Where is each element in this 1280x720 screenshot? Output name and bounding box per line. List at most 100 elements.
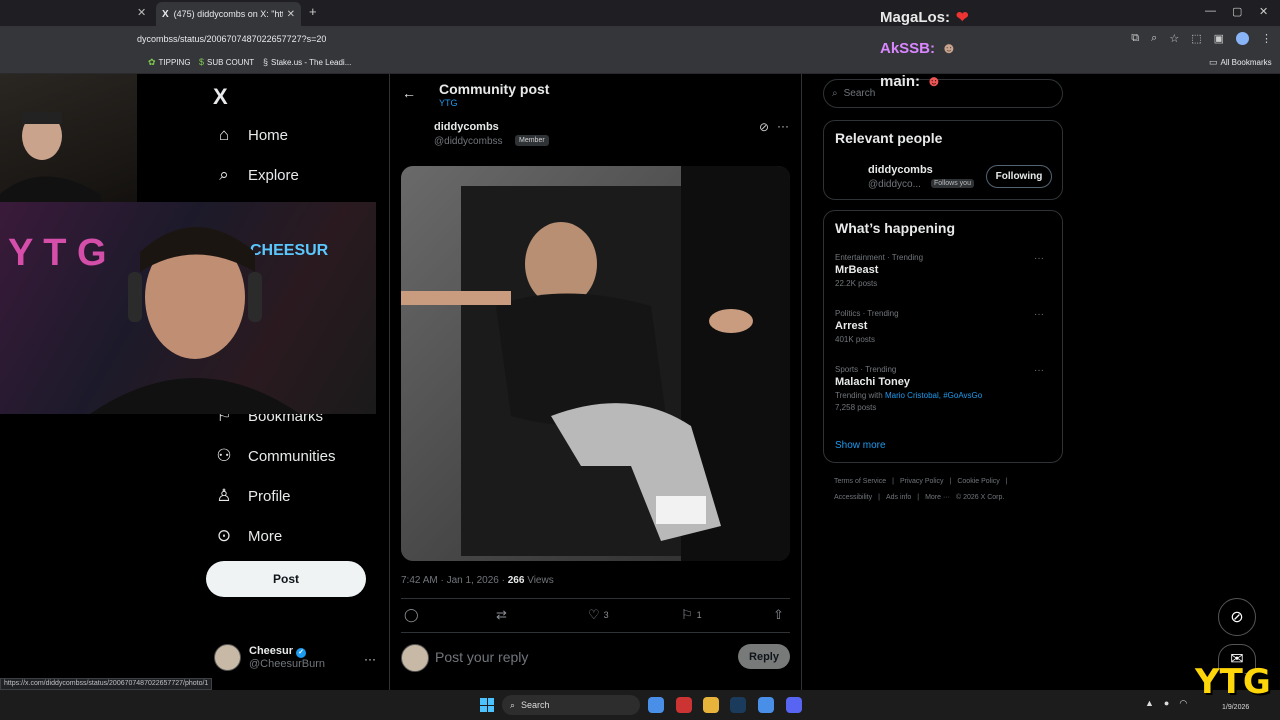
browser-tab[interactable]: X (475) diddycombs on X: "https: ✕ xyxy=(156,2,301,26)
steam-icon[interactable] xyxy=(730,697,746,713)
nav-home[interactable]: ⌂ Home xyxy=(214,125,288,145)
brand-logo: YTG xyxy=(1195,662,1271,702)
url-field[interactable]: dycombss/status/2006707487022657727?s=20 xyxy=(137,34,326,44)
like-action[interactable]: ♡ 3 xyxy=(588,607,609,623)
footer-links: Accessibility | Ads info | More ··· © 20… xyxy=(834,494,1005,501)
discord-icon[interactable] xyxy=(786,697,802,713)
verified-icon: ✓ xyxy=(296,648,307,658)
chrome-icon[interactable] xyxy=(648,697,664,713)
account-handle: @CheesurBurn xyxy=(249,658,325,670)
more-icon[interactable]: ··· xyxy=(1034,309,1044,320)
stake-icon: § xyxy=(263,57,269,67)
address-bar-icons: ⧉ ⌕ ☆ ⬚ ▣ ⋮ xyxy=(1131,32,1272,45)
footer-link[interactable]: Cookie Policy xyxy=(957,478,999,485)
maximize-icon[interactable]: ▢ xyxy=(1232,5,1242,18)
close-icon[interactable]: ✕ xyxy=(137,6,146,19)
grok-icon[interactable]: ⊘ xyxy=(1218,598,1256,636)
chrome-icon[interactable] xyxy=(758,697,774,713)
footer-link[interactable]: Privacy Policy xyxy=(900,478,944,485)
bookmark-icon: ⚐ xyxy=(681,607,693,622)
bookmark-action[interactable]: ⚐ 1 xyxy=(681,607,702,623)
search-input[interactable]: ⌕ Search xyxy=(823,79,1063,108)
zoom-icon[interactable]: ⌕ xyxy=(1151,32,1157,45)
tab-close-icon[interactable]: ✕ xyxy=(287,9,295,20)
communities-icon: ⚇ xyxy=(216,446,232,465)
community-link[interactable]: YTG xyxy=(439,98,458,108)
more-icon[interactable]: ··· xyxy=(1034,365,1044,376)
reply-input[interactable]: Post your reply xyxy=(435,649,528,665)
footer-link[interactable]: Ads info xyxy=(886,494,911,501)
post-button[interactable]: Post xyxy=(206,561,366,597)
windows-start-icon[interactable] xyxy=(480,698,494,712)
menu-icon[interactable]: ⋮ xyxy=(1261,32,1272,45)
all-bookmarks[interactable]: ▭ All Bookmarks xyxy=(1209,57,1272,68)
install-icon[interactable]: ⧉ xyxy=(1131,32,1139,45)
wifi-icon[interactable]: ◠ xyxy=(1179,698,1187,709)
chevron-up-icon[interactable]: ▲ xyxy=(1145,698,1154,709)
trend-item[interactable]: Politics · Trending Arrest 401K posts xyxy=(835,309,899,344)
folder-icon[interactable] xyxy=(703,697,719,713)
reply-button[interactable]: Reply xyxy=(738,644,790,669)
post-media[interactable] xyxy=(401,166,790,561)
page-title: Community post xyxy=(439,81,550,97)
footer-link[interactable]: Terms of Service xyxy=(834,478,886,485)
minimize-icon[interactable]: — xyxy=(1205,5,1216,17)
bookmark-item[interactable]: $ SUB COUNT xyxy=(199,57,254,67)
window-close-icon[interactable]: ✕ xyxy=(1259,5,1268,18)
chat-message: MagaLos: ❤ xyxy=(880,8,969,27)
whats-happening-panel: What’s happening Entertainment · Trendin… xyxy=(823,210,1063,463)
account-switcher[interactable]: Cheesur ✓ @CheesurBurn xyxy=(214,644,325,671)
nav-explore[interactable]: ⌕ Explore xyxy=(214,165,299,185)
more-circle-icon: ⊙ xyxy=(216,526,232,545)
copyright: © 2026 X Corp. xyxy=(955,494,1005,501)
author-handle[interactable]: @diddycombss xyxy=(434,136,503,147)
extensions-icon[interactable]: ⬚ xyxy=(1191,32,1201,45)
views-count: 266 xyxy=(507,575,525,586)
panel-title: Relevant people xyxy=(835,130,943,146)
sidepanel-icon[interactable]: ▣ xyxy=(1214,32,1224,45)
share-action[interactable]: ⇧ xyxy=(773,607,784,623)
bookmark-item[interactable]: ✿ TIPPING xyxy=(148,57,191,68)
chat-message: main: ☻ xyxy=(880,73,942,90)
bookmark-item[interactable]: § Stake.us - The Leadi... xyxy=(263,57,351,67)
bookmarks-bar: ✿ TIPPING $ SUB COUNT § Stake.us - The L… xyxy=(0,52,1280,74)
member-badge: Member xyxy=(515,135,549,146)
x-logo-icon: X xyxy=(162,8,169,20)
profile-avatar[interactable] xyxy=(1236,32,1249,45)
more-icon[interactable]: ··· xyxy=(1034,253,1044,264)
nav-more[interactable]: ⊙ More xyxy=(214,526,282,546)
author-name[interactable]: diddycombs xyxy=(434,121,499,133)
new-tab-icon[interactable]: + xyxy=(309,4,317,19)
footer-link[interactable]: Accessibility xyxy=(834,494,872,501)
show-more-link[interactable]: Show more xyxy=(835,440,886,451)
repost-icon: ⇄ xyxy=(496,607,507,622)
nav-profile[interactable]: ♙ Profile xyxy=(214,486,290,506)
more-icon[interactable]: ··· xyxy=(364,652,376,666)
footer-link[interactable]: More ··· xyxy=(925,494,950,501)
comment-icon: ◯ xyxy=(404,607,419,622)
mic-icon[interactable]: ● xyxy=(1164,698,1169,709)
taskbar-search[interactable]: ⌕ Search xyxy=(502,695,640,715)
repost-action[interactable]: ⇄ xyxy=(496,607,507,623)
divider xyxy=(401,598,790,599)
leaf-icon: ✿ xyxy=(148,57,156,67)
post-photo xyxy=(401,166,790,561)
nav-communities[interactable]: ⚇ Communities xyxy=(214,446,335,466)
browser-tabbar: ✕ X (475) diddycombs on X: "https: ✕ + —… xyxy=(0,0,1280,26)
following-button[interactable]: Following xyxy=(986,165,1052,188)
reply-action[interactable]: ◯ xyxy=(404,607,419,623)
views-label: Views xyxy=(524,575,554,586)
x-logo-icon[interactable]: X xyxy=(213,84,228,110)
grok-icon[interactable]: ⊘ xyxy=(759,120,769,134)
more-icon[interactable]: ··· xyxy=(777,119,789,133)
back-arrow-icon[interactable]: ← xyxy=(402,85,416,101)
trend-item[interactable]: Sports · Trending Malachi Toney Trending… xyxy=(835,365,982,412)
star-icon[interactable]: ☆ xyxy=(1169,32,1179,45)
trend-link[interactable]: Mario Cristobal, #GoAvsGo xyxy=(885,391,982,400)
status-url: https://x.com/diddycombss/status/2006707… xyxy=(0,678,213,690)
trend-item[interactable]: Entertainment · Trending MrBeast 22.2K p… xyxy=(835,253,923,288)
app-icon[interactable] xyxy=(676,697,692,713)
address-bar: dycombss/status/2006707487022657727?s=20… xyxy=(0,26,1280,52)
system-tray: ▲ ● ◠ xyxy=(1145,698,1187,709)
person-name[interactable]: diddycombs xyxy=(868,164,933,176)
